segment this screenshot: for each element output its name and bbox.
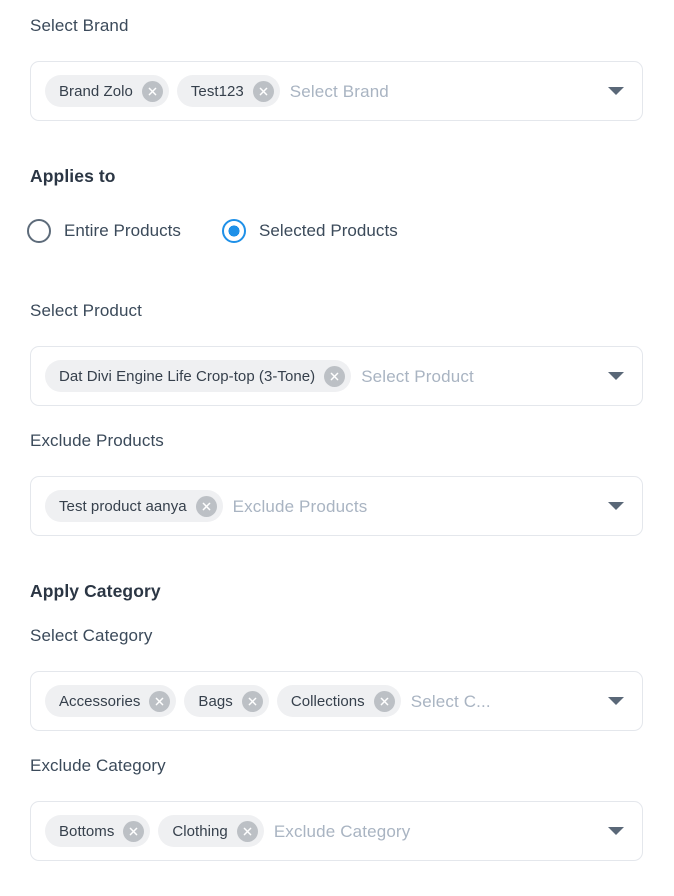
chip[interactable]: Clothing [158, 815, 264, 847]
chevron-down-icon[interactable] [608, 372, 624, 380]
exclude-products-placeholder: Exclude Products [232, 496, 368, 516]
close-icon[interactable] [241, 690, 263, 712]
chip[interactable]: Brand Zolo [45, 75, 169, 107]
select-product-label: Select Product [30, 301, 142, 320]
close-icon[interactable] [149, 690, 171, 712]
chip-label: Collections [290, 692, 365, 710]
exclude-category-placeholder: Exclude Category [273, 821, 411, 841]
radio-option-entire-products[interactable]: Entire Products [27, 219, 181, 243]
chip-label: Test product aanya [59, 497, 187, 515]
discount-scope-form: Select Brand Brand Zolo Test123 Select Br… [0, 0, 674, 896]
chevron-down-icon[interactable] [608, 502, 624, 510]
chip-label: Bottoms [59, 822, 115, 840]
chip[interactable]: Accessories [45, 685, 177, 717]
close-icon[interactable] [324, 365, 346, 387]
close-icon[interactable] [123, 820, 145, 842]
chip[interactable]: Bottoms [45, 815, 151, 847]
chip[interactable]: Collections [276, 685, 401, 717]
select-category-field[interactable]: Accessories Bags Collections Select C... [30, 671, 643, 731]
chip[interactable]: Test123 [176, 75, 280, 107]
chip[interactable]: Bags [184, 685, 269, 717]
chip-label: Dat Divi Engine Life Crop-top (3-Tone) [59, 367, 316, 385]
chip-label: Brand Zolo [59, 82, 133, 100]
exclude-products-field[interactable]: Test product aanya Exclude Products [30, 476, 643, 536]
apply-category-heading: Apply Category [30, 581, 161, 601]
select-brand-label: Select Brand [30, 16, 129, 35]
close-icon[interactable] [373, 690, 395, 712]
chip-label: Accessories [59, 692, 141, 710]
chip[interactable]: Dat Divi Engine Life Crop-top (3-Tone) [45, 360, 352, 392]
exclude-category-field[interactable]: Bottoms Clothing Exclude Category [30, 801, 643, 861]
exclude-products-label: Exclude Products [30, 431, 164, 450]
chip[interactable]: Test product aanya [45, 490, 223, 522]
chevron-down-icon[interactable] [608, 827, 624, 835]
close-icon[interactable] [195, 495, 217, 517]
exclude-category-label: Exclude Category [30, 756, 166, 775]
radio-option-selected-products[interactable]: Selected Products [221, 219, 398, 243]
select-brand-field[interactable]: Brand Zolo Test123 Select Brand [30, 61, 643, 121]
select-brand-placeholder: Select Brand [289, 81, 389, 101]
close-icon[interactable] [141, 80, 163, 102]
applies-to-heading: Applies to [30, 166, 116, 186]
select-product-placeholder: Select Product [361, 366, 474, 386]
close-icon[interactable] [252, 80, 274, 102]
select-category-placeholder: Select C... [410, 691, 491, 711]
applies-to-radio-group: Entire Products Selected Products [27, 219, 398, 243]
radio-mark-selected-products[interactable] [221, 219, 246, 243]
chevron-down-icon[interactable] [608, 697, 624, 705]
radio-mark-entire-products[interactable] [27, 219, 51, 243]
chip-label: Clothing [172, 822, 228, 840]
select-category-label: Select Category [30, 626, 153, 645]
close-icon[interactable] [236, 820, 258, 842]
select-product-field[interactable]: Dat Divi Engine Life Crop-top (3-Tone) S… [30, 346, 643, 406]
radio-label-selected-products: Selected Products [258, 221, 398, 240]
chevron-down-icon[interactable] [608, 87, 624, 95]
radio-label-entire-products: Entire Products [64, 221, 181, 240]
chip-label: Bags [198, 692, 233, 710]
chip-label: Test123 [190, 82, 244, 100]
